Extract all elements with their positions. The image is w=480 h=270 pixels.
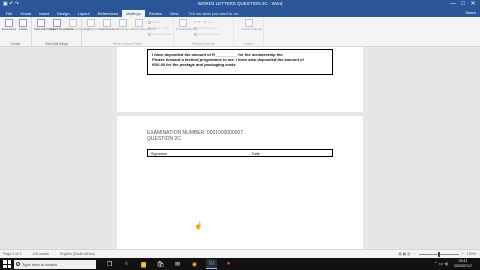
page-count[interactable]: Page 2 of 2 <box>3 252 21 256</box>
find-recipient-button[interactable]: Find Recipient <box>194 26 217 30</box>
recipients-icon <box>53 19 61 27</box>
language-indicator[interactable]: English (South Africa) <box>60 252 95 256</box>
start-mail-merge-button[interactable]: Start Mail Merge <box>34 17 56 31</box>
labels-button[interactable]: Labels <box>16 17 30 31</box>
address-block-button[interactable]: Address Block <box>100 17 119 31</box>
finish-merge-button[interactable]: Finish & Merge <box>242 17 262 31</box>
edit-recipient-list-button[interactable]: Edit Recipient List <box>66 17 90 31</box>
maximize-button[interactable]: □ <box>458 0 468 9</box>
system-tray-icons[interactable]: ⌃ ▭ ◂) <box>434 261 448 267</box>
rules-button[interactable]: Rules <box>148 20 160 24</box>
close-button[interactable]: ✕ <box>468 0 478 9</box>
tab-layout[interactable]: Layout <box>74 10 94 17</box>
taskbar-search-input[interactable]: Type here to search <box>14 259 96 269</box>
record-navigation[interactable]: ⏮ ◀ ▯ ▶ ⏭ <box>194 20 211 24</box>
ribbon-tabs: File Home Insert Design Layout Reference… <box>0 9 480 17</box>
exam-header: EXAMINATION NUMBER: 0001000000007 QUESTI… <box>147 130 243 142</box>
labels-icon <box>19 19 27 27</box>
taskbar: Type here to search ❐ e ▆ 🛍 ✉ ◉ W ● ⌃ ▭ … <box>0 258 480 270</box>
title-bar: ▣ ↶ ↷ WORD2 LETTERS QUESTION 2C - Word —… <box>0 0 480 9</box>
tell-me-search[interactable]: Tell me what you want to do... <box>182 10 241 17</box>
preview-icon <box>179 19 187 27</box>
group-preview-results: Preview Results ⏮ ◀ ▯ ▶ ⏭ Find Recipient… <box>174 17 234 47</box>
store-icon[interactable]: 🛍 <box>155 259 166 269</box>
tab-review[interactable]: Review <box>145 10 166 17</box>
greeting-icon <box>119 19 127 27</box>
window-title: WORD2 LETTERS QUESTION 2C - Word <box>197 1 283 6</box>
select-recipients-button[interactable]: Select Recipients <box>50 17 73 31</box>
group-finish: Finish & Merge Finish <box>234 17 264 47</box>
tab-mailings[interactable]: Mailings <box>122 10 145 17</box>
date-label: Date <box>252 151 261 156</box>
windows-start-icon[interactable] <box>3 260 11 268</box>
mail-icon[interactable]: ✉ <box>172 259 183 269</box>
deposit-line-3: R30.00 for the postage and packaging cos… <box>152 62 237 67</box>
page-2[interactable]: EXAMINATION NUMBER: 0001000000007 QUESTI… <box>117 116 363 258</box>
ribbon: Envelopes Labels Create Start Mail Merge… <box>0 17 480 47</box>
group-create: Envelopes Labels Create <box>0 17 32 47</box>
tab-insert[interactable]: Insert <box>35 10 53 17</box>
minimize-button[interactable]: — <box>448 0 458 9</box>
view-mode-icons[interactable]: ▤ ▦ ▥ <box>398 252 410 256</box>
tab-references[interactable]: References <box>94 10 122 17</box>
mail-merge-icon <box>37 19 45 27</box>
app-icon[interactable]: ● <box>223 259 234 269</box>
search-icon <box>16 262 20 266</box>
document-area[interactable]: I have deposited the amount of R________… <box>0 47 480 258</box>
zoom-level[interactable]: 100% <box>467 252 476 256</box>
envelope-icon <box>5 19 13 27</box>
signature-label: Signature <box>151 151 168 156</box>
file-explorer-icon[interactable]: ▆ <box>138 259 149 269</box>
tab-home[interactable]: Home <box>16 10 35 17</box>
share-button[interactable]: Share <box>465 10 476 15</box>
tab-view[interactable]: View <box>166 10 183 17</box>
zoom-in-button[interactable]: + <box>462 252 464 256</box>
zoom-slider-thumb[interactable] <box>437 251 440 257</box>
tab-design[interactable]: Design <box>53 10 73 17</box>
zoom-out-button[interactable]: − <box>414 252 416 256</box>
task-view-icon[interactable]: ❐ <box>104 259 115 269</box>
finish-merge-icon <box>245 19 253 27</box>
match-fields-button[interactable]: Match Fields <box>148 26 169 30</box>
mouse-cursor-icon: ☝ <box>194 223 203 230</box>
preview-results-button[interactable]: Preview Results <box>176 17 198 31</box>
address-block-icon <box>103 19 111 27</box>
highlight-merge-fields-button[interactable]: Highlight Merge Fields <box>84 17 114 31</box>
question-label: QUESTION 2C <box>147 136 181 142</box>
signature-table: Signature Date <box>147 149 333 157</box>
group-start-mail-merge: Start Mail Merge Select Recipients Edit … <box>32 17 90 47</box>
status-bar: Page 2 of 2 129 words English (South Afr… <box>0 249 480 258</box>
edge-icon[interactable]: e <box>121 259 132 269</box>
insert-merge-field-button[interactable]: Insert Merge Field <box>132 17 156 31</box>
group-write-insert-fields: Highlight Merge Fields Address Block Gre… <box>82 17 174 47</box>
deposit-note-box: I have deposited the amount of R________… <box>147 49 333 75</box>
check-errors-button[interactable]: Check for Errors <box>194 32 220 36</box>
page-1[interactable]: I have deposited the amount of R________… <box>117 47 363 112</box>
greeting-line-button[interactable]: Greeting Line <box>116 17 134 31</box>
highlight-icon <box>87 19 95 27</box>
chrome-icon[interactable]: ◉ <box>189 259 200 269</box>
word-icon[interactable]: W <box>206 259 217 269</box>
zoom-slider[interactable] <box>418 251 459 257</box>
update-labels-button[interactable]: Update Labels <box>148 32 171 36</box>
tab-file[interactable]: File <box>2 10 16 17</box>
edit-list-icon <box>69 19 77 27</box>
merge-field-icon <box>135 19 143 27</box>
clock[interactable]: 09:11 2023/07/17 <box>454 259 472 268</box>
envelopes-button[interactable]: Envelopes <box>2 17 16 31</box>
word-count[interactable]: 129 words <box>32 252 49 256</box>
